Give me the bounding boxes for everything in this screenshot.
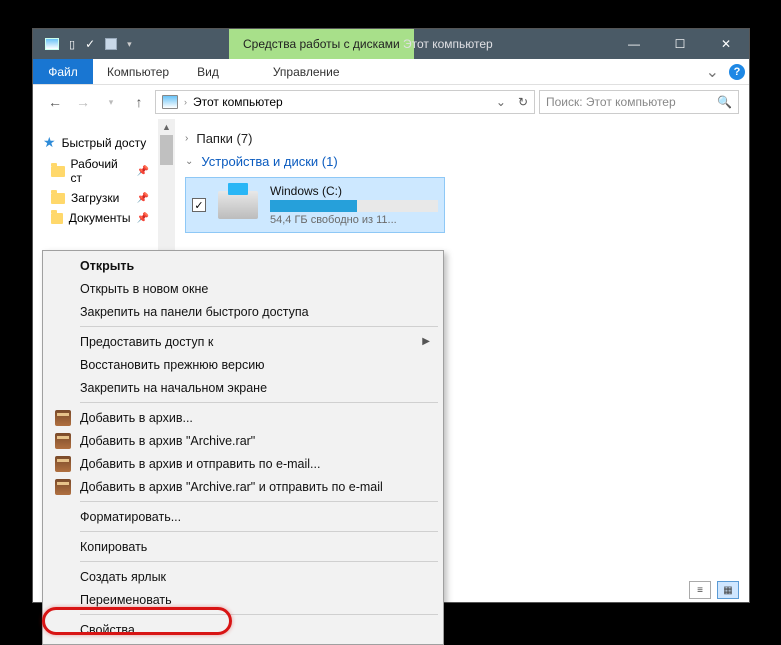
- cm-create-shortcut[interactable]: Создать ярлык: [46, 565, 440, 588]
- ribbon-contextual-tab[interactable]: Средства работы с дисками: [229, 29, 414, 59]
- drive-info: Windows (C:) 54,4 ГБ свободно из 11...: [270, 184, 438, 226]
- recent-dropdown[interactable]: ▾: [99, 90, 123, 114]
- group-devices[interactable]: ⌄ Устройства и диски (1): [185, 154, 739, 169]
- sidebar-item-desktop[interactable]: Рабочий ст 📌: [33, 154, 175, 188]
- cm-rename[interactable]: Переименовать: [46, 588, 440, 611]
- cm-open-new-window[interactable]: Открыть в новом окне: [46, 277, 440, 300]
- cm-copy[interactable]: Копировать: [46, 535, 440, 558]
- cm-grant-access[interactable]: Предоставить доступ к▶: [46, 330, 440, 353]
- minimize-button[interactable]: —: [611, 29, 657, 59]
- pc-icon: [45, 38, 59, 50]
- close-button[interactable]: ✕: [703, 29, 749, 59]
- folder-icon: [51, 166, 65, 177]
- pin-icon: 📌: [137, 166, 149, 177]
- view-tiles-button[interactable]: ▦: [717, 581, 739, 599]
- cm-properties[interactable]: Свойства: [46, 618, 440, 641]
- sidebar-item-label: Документы: [69, 211, 131, 225]
- cm-open[interactable]: Открыть: [46, 254, 440, 277]
- titlebar[interactable]: ▯ ✓ ▾ Средства работы с дисками Этот ком…: [33, 29, 749, 59]
- search-placeholder: Поиск: Этот компьютер: [546, 95, 676, 109]
- up-button[interactable]: ↑: [127, 90, 151, 114]
- cm-separator: [80, 561, 438, 562]
- submenu-arrow-icon: ▶: [422, 336, 430, 347]
- group-label: Устройства и диски (1): [201, 154, 337, 169]
- drive-icon: [218, 191, 258, 219]
- drive-free-text: 54,4 ГБ свободно из 11...: [270, 214, 438, 226]
- help-button[interactable]: ?: [725, 59, 749, 84]
- breadcrumb[interactable]: Этот компьютер: [193, 95, 283, 109]
- cm-restore-previous[interactable]: Восстановить прежнюю версию: [46, 353, 440, 376]
- chevron-down-icon[interactable]: ⌄: [185, 156, 193, 167]
- tab-view[interactable]: Вид: [183, 59, 233, 84]
- address-box[interactable]: › Этот компьютер ⌄ ↻: [155, 90, 535, 114]
- cm-add-send-email[interactable]: Добавить в архив и отправить по e-mail..…: [46, 452, 440, 475]
- cm-separator: [80, 531, 438, 532]
- context-menu: Открыть Открыть в новом окне Закрепить н…: [42, 250, 444, 645]
- cm-separator: [80, 614, 438, 615]
- check-qat-icon[interactable]: ✓: [85, 37, 95, 51]
- star-icon: ★: [43, 134, 56, 151]
- statusbar: ≡ ▦: [679, 578, 749, 602]
- cm-add-archive-rar[interactable]: Добавить в архив "Archive.rar": [46, 429, 440, 452]
- pin-qat-icon[interactable]: ▯: [69, 38, 75, 51]
- cm-separator: [80, 326, 438, 327]
- properties-qat-icon[interactable]: [105, 38, 117, 50]
- ribbon-tabs: Файл Компьютер Вид Управление ⌄ ?: [33, 59, 749, 85]
- cm-pin-start[interactable]: Закрепить на начальном экране: [46, 376, 440, 399]
- sidebar-quick-access[interactable]: ★ Быстрый досту: [33, 131, 175, 154]
- addressbar: ← → ▾ ↑ › Этот компьютер ⌄ ↻ Поиск: Этот…: [33, 85, 749, 119]
- qat-dropdown-icon[interactable]: ▾: [127, 39, 132, 50]
- chevron-right-icon[interactable]: ›: [185, 133, 188, 144]
- ribbon-expand-icon[interactable]: ⌄: [700, 59, 725, 84]
- group-label: Папки (7): [196, 131, 252, 146]
- qat: ▯ ✓ ▾: [33, 37, 132, 51]
- drive-name: Windows (C:): [270, 184, 438, 198]
- search-icon[interactable]: 🔍: [717, 95, 732, 109]
- tab-computer[interactable]: Компьютер: [93, 59, 183, 84]
- maximize-button[interactable]: ☐: [657, 29, 703, 59]
- cm-separator: [80, 501, 438, 502]
- refresh-icon[interactable]: ↻: [518, 95, 528, 109]
- sidebar-item-documents[interactable]: Документы 📌: [33, 208, 175, 228]
- pin-icon: 📌: [137, 213, 149, 224]
- search-input[interactable]: Поиск: Этот компьютер 🔍: [539, 90, 739, 114]
- drive-checkbox[interactable]: ✓: [192, 198, 206, 212]
- rar-icon: [55, 456, 71, 472]
- scroll-thumb[interactable]: [160, 135, 173, 165]
- rar-icon: [55, 410, 71, 426]
- cm-separator: [80, 402, 438, 403]
- sidebar-item-label: Быстрый досту: [62, 136, 147, 150]
- rar-icon: [55, 479, 71, 495]
- cm-add-rar-send-email[interactable]: Добавить в архив "Archive.rar" и отправи…: [46, 475, 440, 498]
- view-details-button[interactable]: ≡: [689, 581, 711, 599]
- window-title: Этот компьютер: [403, 37, 493, 51]
- sidebar-item-downloads[interactable]: Загрузки 📌: [33, 188, 175, 208]
- folder-icon: [51, 213, 63, 224]
- forward-button[interactable]: →: [71, 90, 95, 114]
- drive-item-c[interactable]: ✓ Windows (C:) 54,4 ГБ свободно из 11...: [185, 177, 445, 233]
- tab-manage[interactable]: Управление: [259, 59, 354, 84]
- pc-icon: [162, 95, 178, 109]
- drive-usage-bar: [270, 200, 438, 212]
- help-icon: ?: [729, 64, 745, 80]
- sidebar-item-label: Рабочий ст: [71, 157, 131, 185]
- breadcrumb-sep[interactable]: ›: [184, 97, 187, 107]
- folder-icon: [51, 193, 65, 204]
- tab-file[interactable]: Файл: [33, 59, 93, 84]
- back-button[interactable]: ←: [43, 90, 67, 114]
- sys-buttons: — ☐ ✕: [611, 29, 749, 59]
- cm-format[interactable]: Форматировать...: [46, 505, 440, 528]
- cm-pin-quick-access[interactable]: Закрепить на панели быстрого доступа: [46, 300, 440, 323]
- scroll-up-icon[interactable]: ▲: [158, 119, 175, 135]
- rar-icon: [55, 433, 71, 449]
- address-dropdown-icon[interactable]: ⌄: [496, 95, 506, 109]
- pin-icon: 📌: [137, 193, 149, 204]
- group-folders[interactable]: › Папки (7): [185, 131, 739, 146]
- sidebar-item-label: Загрузки: [71, 191, 119, 205]
- cm-add-archive[interactable]: Добавить в архив...: [46, 406, 440, 429]
